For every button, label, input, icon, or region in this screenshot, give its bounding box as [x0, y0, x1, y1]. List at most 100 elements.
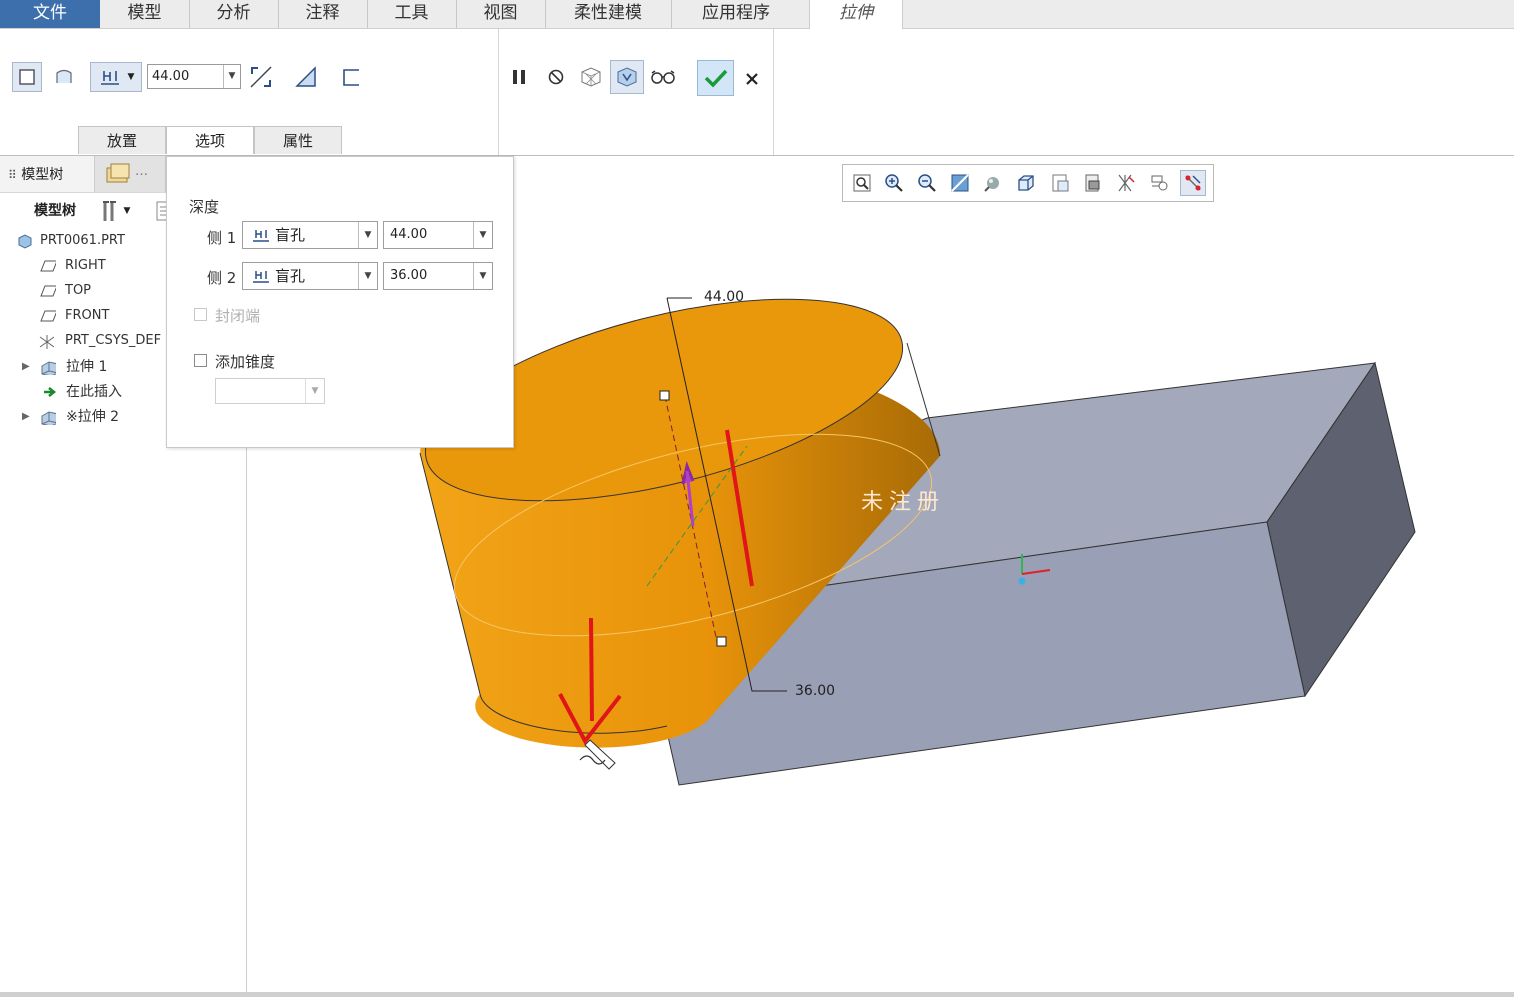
dimension-display-icon: [1185, 175, 1201, 191]
refit-icon: [853, 174, 871, 192]
tree-item-label: PRT_CSYS_DEF: [65, 333, 162, 348]
expand-arrow-icon[interactable]: ▶: [22, 355, 30, 379]
side1-depth-value-input[interactable]: 44.00 ▼: [383, 221, 493, 249]
options-panel: 深度 侧 1 盲孔 ▼ 44.00 ▼ 侧 2 盲孔 ▼ 36.00 ▼ 封闭端…: [166, 156, 514, 448]
separate-preview-button[interactable]: [576, 62, 606, 92]
menu-analysis[interactable]: 分析: [189, 0, 278, 28]
tree-settings-button[interactable]: ▼: [92, 196, 138, 226]
verify-mode-button[interactable]: [610, 60, 644, 94]
solid-icon: [19, 69, 35, 85]
more-icon: …: [135, 164, 148, 179]
menu-model[interactable]: 模型: [100, 0, 189, 28]
checkmark-icon: [704, 69, 727, 88]
remove-material-button[interactable]: [291, 62, 321, 92]
side1-type-text: 盲孔: [275, 226, 306, 244]
ok-apply-button[interactable]: [697, 60, 734, 96]
annotation-display-icon: [1151, 175, 1168, 191]
blind-depth-icon: [100, 71, 119, 85]
saved-orientations-button[interactable]: [1013, 170, 1039, 196]
menu-bar: 文件 模型 分析 注释 工具 视图 柔性建模 应用程序 拉伸: [0, 0, 1514, 29]
thicken-icon: [343, 69, 359, 86]
dimension-side2[interactable]: 36.00: [795, 683, 835, 699]
menu-extrude-tab[interactable]: 拉伸: [809, 0, 903, 29]
ribbon-group-separator: [498, 29, 499, 155]
prohibit-icon: [548, 69, 564, 85]
perspective-button[interactable]: [1080, 170, 1106, 196]
chevron-down-icon[interactable]: ▼: [305, 379, 324, 403]
tab-model-tree[interactable]: ⠿ 模型树: [8, 164, 63, 184]
dimension-side1[interactable]: 44.00: [704, 289, 744, 305]
watermark-text: 未注册: [861, 490, 946, 515]
tab-options[interactable]: 选项: [166, 126, 254, 154]
folder-icon: [106, 163, 130, 183]
capped-ends-checkbox[interactable]: [194, 308, 207, 321]
surface-icon: [56, 69, 72, 83]
taper-angle-select[interactable]: ▼: [215, 378, 325, 404]
dimension-display-button[interactable]: [1180, 170, 1206, 196]
flip-direction-button[interactable]: [246, 62, 276, 92]
chevron-down-icon[interactable]: ▼: [358, 263, 377, 289]
datum-display-button[interactable]: [1113, 170, 1139, 196]
no-preview-button[interactable]: [541, 62, 571, 92]
capped-ends-label: 封闭端: [215, 307, 261, 325]
verify-preview-button[interactable]: [648, 62, 678, 92]
menu-view[interactable]: 视图: [456, 0, 545, 28]
menu-annotate[interactable]: 注释: [278, 0, 367, 28]
chevron-down-icon[interactable]: ▼: [473, 222, 492, 248]
datum-plane-icon: [40, 285, 56, 297]
view-manager-button[interactable]: [1047, 170, 1073, 196]
zoom-in-button[interactable]: [881, 170, 907, 196]
zoom-out-button[interactable]: [914, 170, 940, 196]
depth-section-label: 深度: [189, 198, 220, 216]
tab-properties[interactable]: 属性: [254, 126, 342, 154]
menu-tools[interactable]: 工具: [367, 0, 456, 28]
side2-depth-value-input[interactable]: 36.00 ▼: [383, 262, 493, 290]
csys-icon: X: [39, 335, 54, 349]
tab-model-tree-label: 模型树: [21, 167, 64, 183]
menu-applications[interactable]: 应用程序: [671, 0, 801, 28]
cancel-button[interactable]: [737, 64, 767, 94]
thicken-sketch-button[interactable]: [336, 62, 366, 92]
datum-plane-icon: [40, 260, 56, 272]
repaint-icon: [951, 174, 969, 192]
chevron-down-icon: ▼: [127, 72, 135, 82]
add-taper-label: 添加锥度: [215, 353, 276, 371]
perspective-icon: [1085, 174, 1100, 192]
chevron-down-icon[interactable]: ▼: [473, 263, 492, 289]
side1-label: 侧 1: [207, 229, 237, 247]
chevron-down-icon[interactable]: ▼: [223, 65, 240, 88]
flip-direction-icon: [250, 66, 272, 88]
tree-item-label: PRT0061.PRT: [40, 233, 125, 248]
expand-arrow-icon[interactable]: ▶: [22, 405, 30, 429]
side1-depth-type-select[interactable]: 盲孔 ▼: [242, 221, 378, 249]
remove-material-icon: [295, 66, 316, 87]
close-icon: [746, 73, 758, 85]
annotation-display-button[interactable]: [1146, 170, 1172, 196]
mesh-preview-icon: [581, 67, 601, 87]
tree-item-label: RIGHT: [65, 258, 106, 273]
depth-value-input[interactable]: 44.00 ▼: [147, 64, 241, 89]
view-manager-icon: [1052, 174, 1069, 192]
datum-plane-icon: [40, 310, 56, 322]
menu-file[interactable]: 文件: [0, 0, 100, 28]
refit-button[interactable]: [849, 170, 875, 196]
blind-depth-icon: [253, 230, 269, 242]
zoom-in-icon: [885, 174, 903, 192]
add-taper-checkbox[interactable]: [194, 354, 207, 367]
menu-flexible-modeling[interactable]: 柔性建模: [545, 0, 671, 28]
tools-icon: [102, 201, 116, 221]
depth-value-text: 44.00: [152, 69, 190, 84]
chevron-down-icon[interactable]: ▼: [358, 222, 377, 248]
pause-button[interactable]: [504, 62, 534, 92]
solid-extrude-button[interactable]: [12, 62, 42, 92]
chevron-down-icon: ▼: [123, 206, 131, 216]
tab-folder-browser[interactable]: …: [94, 156, 166, 192]
side2-depth-type-select[interactable]: 盲孔 ▼: [242, 262, 378, 290]
surface-extrude-button[interactable]: [49, 62, 79, 92]
extrude-icon: [41, 411, 56, 425]
tab-placement[interactable]: 放置: [78, 126, 166, 154]
datum-display-icon: [1118, 174, 1135, 192]
display-style-button[interactable]: [980, 170, 1006, 196]
repaint-button[interactable]: [947, 170, 973, 196]
depth-type-dropdown[interactable]: ▼: [90, 62, 142, 92]
